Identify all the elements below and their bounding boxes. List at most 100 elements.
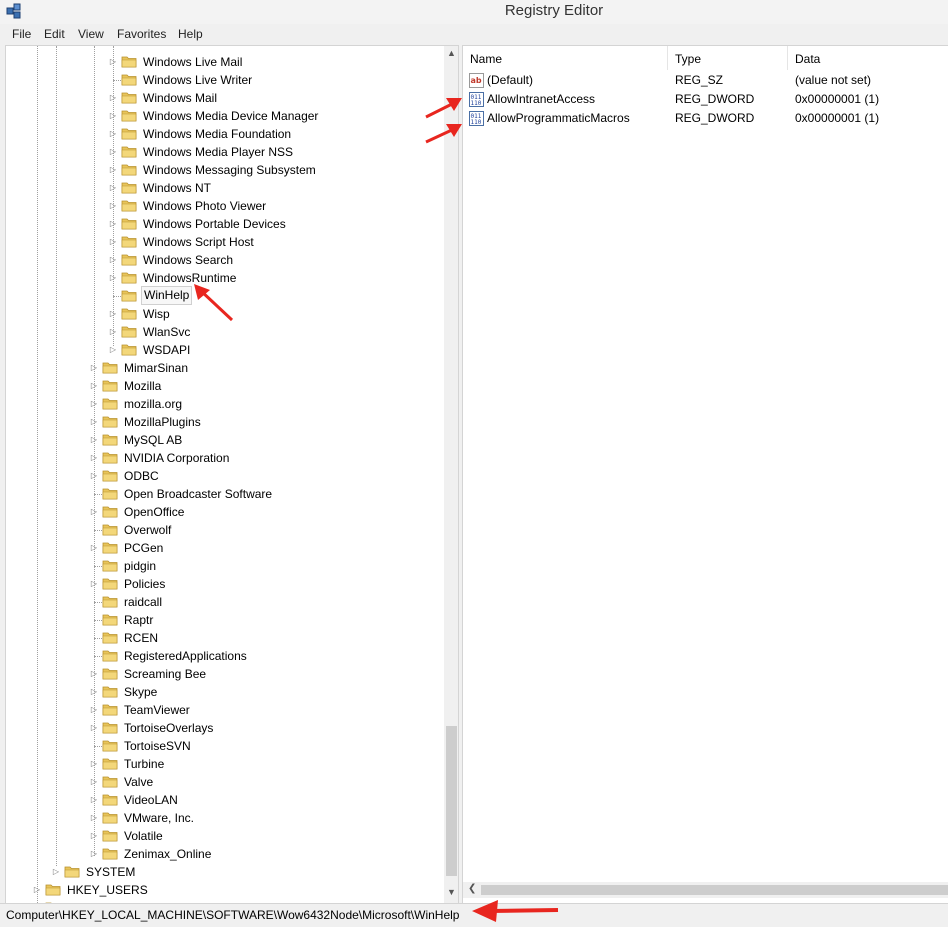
value-data: (value not set) (795, 73, 872, 87)
expand-arrow-icon[interactable]: ▷ (88, 377, 100, 395)
expand-arrow-icon[interactable]: ▷ (107, 305, 119, 323)
folder-icon (102, 542, 118, 554)
tree-guide-line (94, 494, 102, 495)
expand-arrow-icon[interactable]: ▷ (88, 413, 100, 431)
folder-icon (102, 452, 118, 464)
expand-arrow-icon[interactable]: ▷ (88, 683, 100, 701)
folder-icon (102, 614, 118, 626)
expand-arrow-icon[interactable]: ▷ (88, 755, 100, 773)
annotation-arrow-icon (425, 98, 462, 119)
folder-icon (102, 668, 118, 680)
folder-icon (102, 650, 118, 662)
registry-values-list[interactable]: Name Type Data ab (Default) REG_SZ (valu… (462, 45, 948, 904)
tree-node-label: TortoiseSVN (124, 739, 191, 753)
string-value-icon: ab (469, 73, 484, 88)
expand-arrow-icon[interactable]: ▷ (107, 251, 119, 269)
expand-arrow-icon[interactable]: ▷ (107, 269, 119, 287)
value-data: 0x00000001 (1) (795, 92, 880, 106)
tree-guide-line (56, 46, 57, 866)
column-header-name[interactable]: Name (463, 46, 668, 70)
expand-arrow-icon[interactable]: ▷ (88, 827, 100, 845)
expand-arrow-icon[interactable]: ▷ (88, 791, 100, 809)
expand-arrow-icon[interactable]: ▷ (88, 809, 100, 827)
expand-arrow-icon[interactable]: ▷ (88, 701, 100, 719)
expand-arrow-icon[interactable]: ▷ (88, 773, 100, 791)
expand-arrow-icon[interactable]: ▷ (88, 395, 100, 413)
expand-arrow-icon[interactable]: ▷ (107, 89, 119, 107)
tree-node-label: VideoLAN (124, 793, 178, 807)
folder-icon (102, 722, 118, 734)
menu-favorites[interactable]: Favorites (117, 27, 166, 41)
expand-arrow-icon[interactable]: ▷ (107, 341, 119, 359)
scroll-up-icon[interactable]: ▲ (447, 48, 456, 58)
tree-node-label: VMware, Inc. (124, 811, 195, 825)
expand-arrow-icon[interactable]: ▷ (88, 467, 100, 485)
tree-node-label: raidcall (124, 595, 163, 609)
registry-key-tree[interactable]: ▲ ▼ ▷ Windows Live Mail Windows Live Write… (5, 45, 459, 904)
column-header-data[interactable]: Data (788, 46, 948, 70)
menu-help[interactable]: Help (178, 27, 203, 41)
tree-node-label: RCEN (124, 631, 159, 645)
expand-arrow-icon[interactable]: ▷ (107, 323, 119, 341)
expand-arrow-icon[interactable]: ▷ (107, 179, 119, 197)
expand-arrow-icon[interactable]: ▷ (107, 143, 119, 161)
value-row[interactable]: 011 110 AllowIntranetAccess REG_DWORD 0x… (463, 90, 948, 109)
expand-arrow-icon[interactable]: ▷ (88, 359, 100, 377)
tree-node-label: RegisteredApplications (124, 649, 247, 663)
folder-icon (64, 866, 80, 878)
expand-arrow-icon[interactable]: ▷ (88, 719, 100, 737)
expand-arrow-icon[interactable]: ▷ (107, 161, 119, 179)
expand-arrow-icon[interactable]: ▷ (107, 107, 119, 125)
folder-icon (102, 794, 118, 806)
tree-node-label: TeamViewer (124, 703, 190, 717)
scroll-down-icon[interactable]: ▼ (447, 887, 456, 897)
folder-icon (102, 398, 118, 410)
tree-guide-line (94, 620, 102, 621)
tree-vertical-scrollbar[interactable]: ▲ ▼ (444, 46, 458, 903)
folder-icon (121, 290, 137, 302)
tree-node-label: PCGen (124, 541, 164, 555)
expand-arrow-icon[interactable]: ▷ (107, 53, 119, 71)
expand-arrow-icon[interactable]: ▷ (88, 449, 100, 467)
scroll-left-icon[interactable]: ❮ (468, 883, 476, 894)
tree-node-label: Windows Search (143, 253, 234, 267)
folder-icon (102, 380, 118, 392)
folder-icon (121, 92, 137, 104)
expand-arrow-icon[interactable]: ▷ (88, 539, 100, 557)
expand-arrow-icon[interactable]: ▷ (88, 845, 100, 863)
folder-icon (121, 110, 137, 122)
tree-scroll-thumb[interactable] (446, 726, 457, 876)
folder-icon (102, 686, 118, 698)
folder-icon (102, 776, 118, 788)
folder-icon (121, 128, 137, 140)
expand-arrow-icon[interactable]: ▷ (31, 881, 43, 899)
expand-arrow-icon[interactable]: ▷ (88, 665, 100, 683)
values-scroll-thumb[interactable] (481, 885, 948, 895)
column-header-type[interactable]: Type (668, 46, 788, 70)
expand-arrow-icon[interactable]: ▷ (107, 215, 119, 233)
folder-icon (121, 308, 137, 320)
tree-node-label: MySQL AB (124, 433, 183, 447)
folder-icon (102, 362, 118, 374)
menu-view[interactable]: View (78, 27, 104, 41)
tree-guide-line (94, 530, 102, 531)
expand-arrow-icon[interactable]: ▷ (88, 503, 100, 521)
tree-node-label: Windows Mail (143, 91, 218, 105)
expand-arrow-icon[interactable]: ▷ (88, 575, 100, 593)
tree-node-label: Screaming Bee (124, 667, 207, 681)
menu-file[interactable]: File (12, 27, 31, 41)
expand-arrow-icon[interactable]: ▷ (88, 431, 100, 449)
values-horizontal-scrollbar[interactable]: ❮ (463, 882, 948, 898)
tree-node-label: ODBC (124, 469, 159, 483)
expand-arrow-icon[interactable]: ▷ (107, 125, 119, 143)
tree-node-label: Windows Live Mail (143, 55, 243, 69)
folder-icon (102, 812, 118, 824)
value-row[interactable]: ab (Default) REG_SZ (value not set) (463, 71, 948, 90)
expand-arrow-icon[interactable]: ▷ (107, 197, 119, 215)
tree-node-label: Zenimax_Online (124, 847, 212, 861)
expand-arrow-icon[interactable]: ▷ (50, 863, 62, 881)
value-row[interactable]: 011 110 AllowProgrammaticMacros REG_DWOR… (463, 109, 948, 128)
menu-edit[interactable]: Edit (44, 27, 65, 41)
folder-icon (102, 596, 118, 608)
expand-arrow-icon[interactable]: ▷ (107, 233, 119, 251)
